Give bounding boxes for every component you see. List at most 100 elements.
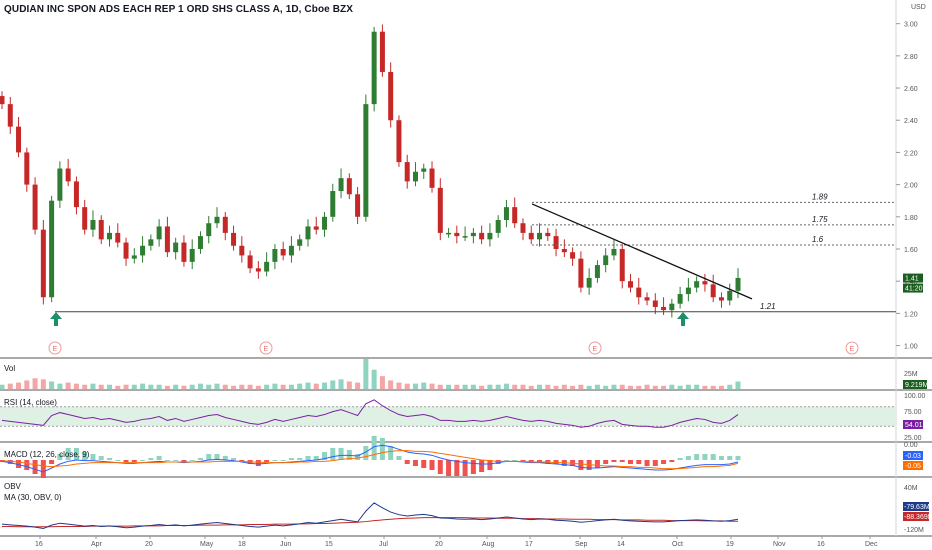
- volume-bar-53: [437, 384, 443, 389]
- candle-body-5: [40, 229, 46, 298]
- macd-hist-80: [661, 460, 667, 464]
- volume-bar-12: [98, 384, 104, 389]
- volume-bar-27: [222, 384, 228, 389]
- candle-body-47: [388, 71, 394, 121]
- macd-hist-14: [115, 460, 121, 461]
- macd-hist-54: [446, 460, 452, 476]
- candle-body-36: [297, 239, 303, 246]
- volume-bar-79: [652, 385, 658, 389]
- candle-body-38: [313, 226, 319, 230]
- volume-bar-73: [603, 385, 609, 389]
- volume-bar-28: [231, 385, 237, 389]
- volume-bar-80: [661, 385, 667, 389]
- volume-bar-33: [272, 383, 278, 389]
- x-tick-label-3: May: [200, 541, 214, 548]
- candle-body-87: [718, 297, 724, 301]
- level-label-3: 1.21: [760, 302, 776, 311]
- level-label-2: 1.6: [812, 235, 824, 244]
- volume-bar-51: [421, 382, 427, 389]
- macd-hist-40: [330, 448, 336, 460]
- volume-bar-45: [371, 369, 377, 389]
- volume-bar-7: [57, 383, 63, 389]
- volume-bar-46: [379, 376, 385, 389]
- macd-hist-28: [231, 458, 237, 460]
- volume-bar-57: [470, 384, 476, 389]
- x-tick-label-2: 20: [145, 541, 153, 548]
- volume-bar-67: [553, 385, 559, 389]
- macd-hist-88: [727, 456, 733, 460]
- macd-hist-35: [288, 458, 294, 460]
- candle-body-23: [189, 248, 195, 262]
- candle-body-75: [619, 248, 625, 282]
- macd-hist-15: [123, 460, 129, 462]
- volume-bar-44: [363, 359, 369, 389]
- candle-body-8: [65, 168, 71, 182]
- macd-hist-51: [421, 460, 427, 468]
- candle-body-17: [140, 245, 146, 256]
- price-tick-label-8: 2.60: [904, 86, 918, 93]
- macd-hist-23: [189, 460, 195, 461]
- chart-title: QUDIAN INC SPON ADS EACH REP 1 ORD SHS C…: [4, 4, 354, 15]
- candle-body-13: [107, 232, 113, 240]
- candle-body-54: [446, 232, 452, 235]
- macd-title: MACD (12, 26, close, 9): [4, 450, 90, 459]
- macd-hist-32: [264, 460, 270, 462]
- candle-body-22: [181, 242, 187, 262]
- volume-bar-61: [503, 383, 509, 389]
- candle-body-59: [487, 232, 493, 240]
- volume-bar-13: [107, 384, 113, 389]
- obv-axis-label-0: 40M: [904, 485, 918, 492]
- volume-bar-81: [669, 384, 675, 389]
- volume-bar-32: [264, 384, 270, 389]
- macd-hist-70: [578, 460, 584, 470]
- chart-canvas: 1.001.201.401.601.802.002.202.402.602.80…: [0, 0, 932, 548]
- volume-bar-1: [7, 383, 13, 389]
- volume-axis-label-0: 25M: [904, 371, 918, 378]
- candle-body-7: [57, 168, 63, 201]
- macd-hist-5: [40, 460, 46, 478]
- rsi-axis-label-2: 54.01: [905, 422, 923, 429]
- volume-bar-74: [611, 384, 617, 389]
- candle-body-64: [528, 232, 534, 240]
- macd-hist-59: [487, 460, 493, 470]
- candle-body-49: [404, 162, 410, 182]
- candle-body-89: [735, 277, 741, 291]
- candle-body-9: [73, 181, 79, 208]
- rsi-axis-label-0: 100.00: [904, 393, 926, 400]
- candle-body-11: [90, 220, 96, 230]
- obv-line: [1, 502, 739, 529]
- candle-body-48: [396, 120, 402, 163]
- macd-axis-label-2: -0.05: [905, 463, 921, 470]
- volume-bar-11: [90, 383, 96, 389]
- macd-hist-57: [470, 460, 476, 474]
- volume-bar-56: [462, 384, 468, 389]
- volume-bar-82: [677, 385, 683, 389]
- volume-bar-77: [636, 385, 642, 389]
- candle-body-65: [537, 232, 543, 240]
- volume-bar-2: [16, 382, 22, 389]
- candle-body-72: [594, 265, 600, 278]
- macd-hist-13: [107, 458, 113, 460]
- buy-arrow-right-icon: [677, 312, 689, 326]
- candle-body-44: [363, 104, 369, 217]
- volume-bar-86: [710, 385, 716, 389]
- buy-arrow-left-icon: [50, 312, 62, 326]
- candle-body-18: [148, 239, 154, 246]
- obv-title: OBV: [4, 482, 22, 491]
- macd-hist-81: [669, 460, 675, 462]
- candle-body-77: [636, 287, 642, 298]
- candle-body-24: [197, 236, 203, 249]
- volume-bar-3: [24, 380, 30, 389]
- candle-body-29: [239, 245, 245, 256]
- volume-bar-15: [123, 384, 129, 389]
- macd-hist-4: [32, 460, 38, 474]
- candle-body-67: [553, 236, 559, 249]
- rsi-band: [0, 406, 896, 427]
- volume-title: Vol: [4, 364, 15, 373]
- candle-body-50: [412, 171, 418, 182]
- price-tick-label-5: 2.00: [904, 183, 918, 190]
- macd-hist-89: [735, 456, 741, 460]
- macd-hist-82: [677, 458, 683, 460]
- macd-hist-77: [636, 460, 642, 464]
- candle-body-83: [685, 287, 691, 295]
